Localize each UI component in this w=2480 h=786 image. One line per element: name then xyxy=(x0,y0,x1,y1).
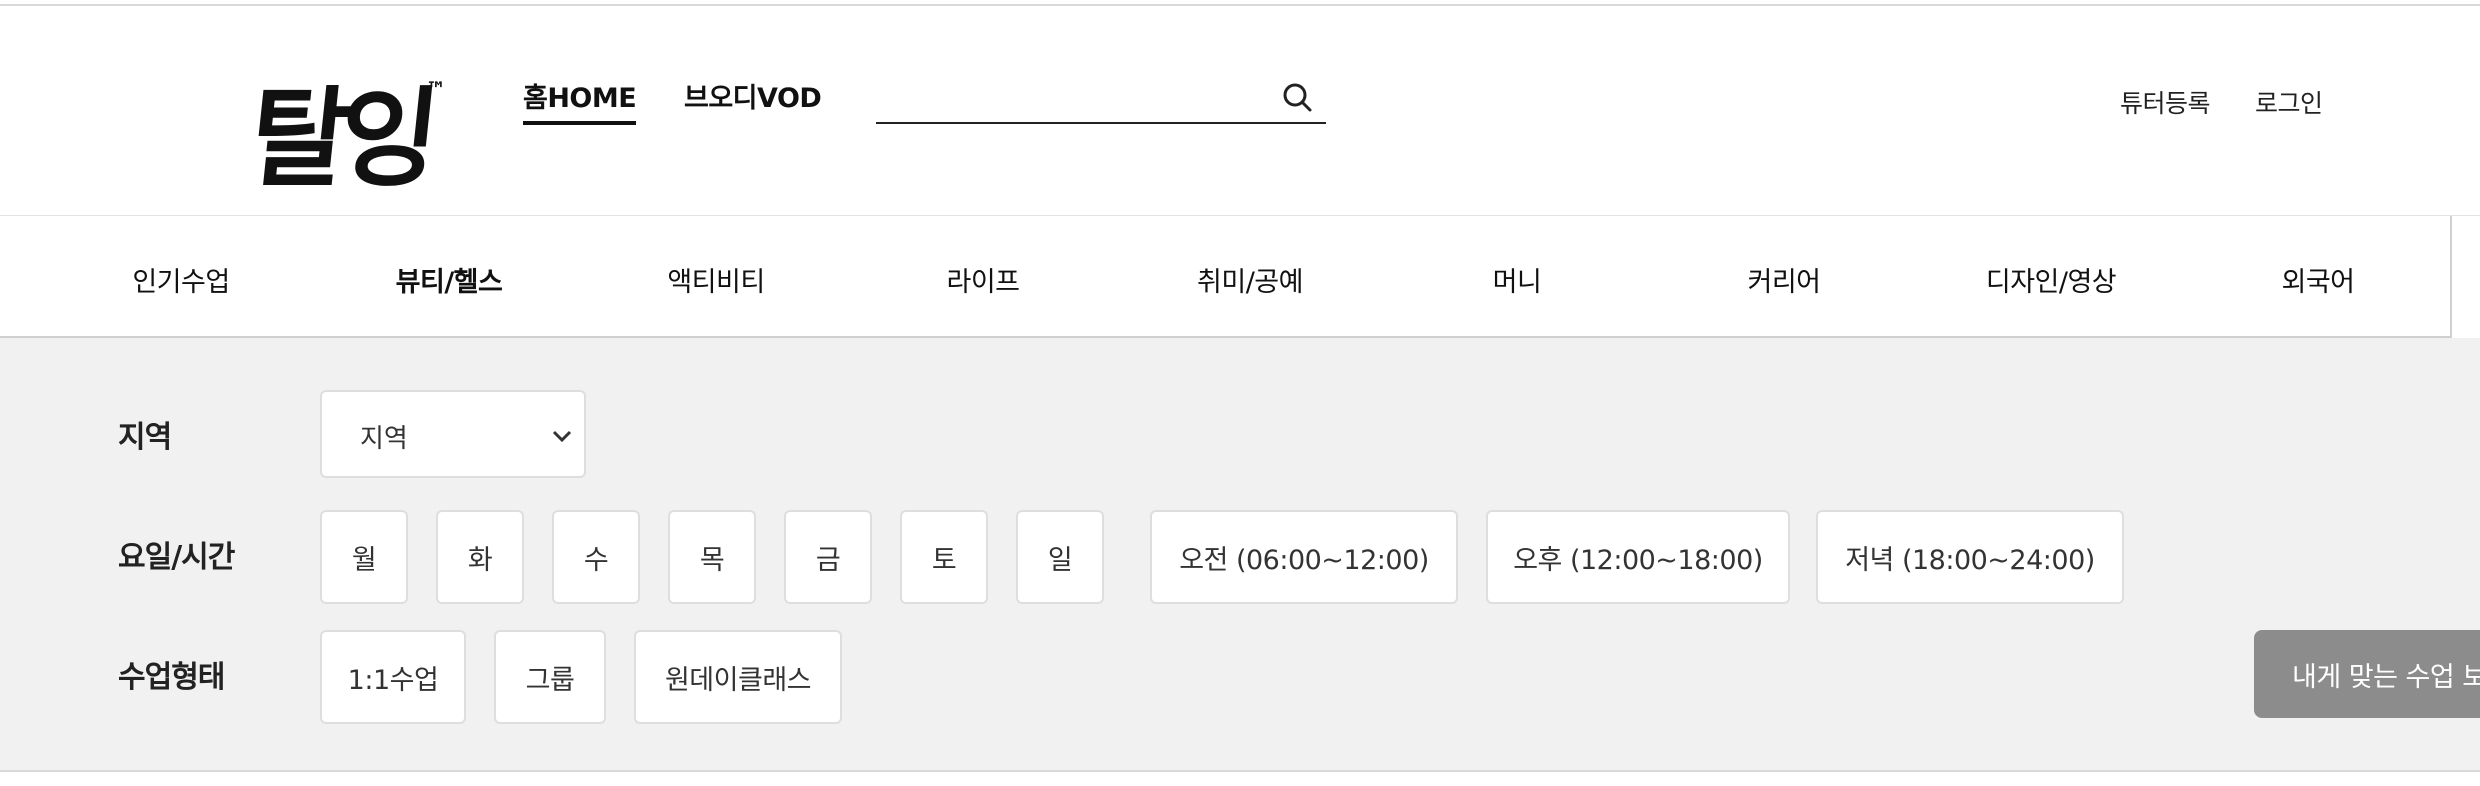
category-life[interactable]: 라이프 xyxy=(946,260,1020,299)
class-type-one-on-one-button[interactable]: 1:1수업 xyxy=(320,630,466,724)
login-link[interactable]: 로그인 xyxy=(2255,84,2323,120)
nav-tab-home[interactable]: 홈HOME xyxy=(523,76,637,125)
day-fri-button[interactable]: 금 xyxy=(784,510,872,604)
category-money[interactable]: 머니 xyxy=(1493,260,1542,299)
category-beauty-health[interactable]: 뷰티/헬스 xyxy=(396,260,503,299)
search-bar xyxy=(876,68,1326,124)
category-popular[interactable]: 인기수업 xyxy=(132,260,230,299)
region-select-value: 지역 xyxy=(360,424,408,454)
category-bar: 인기수업 뷰티/헬스 액티비티 라이프 취미/공예 머니 커리어 디자인/영상 … xyxy=(0,216,2452,338)
site-logo[interactable]: 탈잉 ™ xyxy=(258,64,458,194)
region-label: 지역 xyxy=(118,420,172,455)
time-afternoon-button[interactable]: 오후 (12:00~18:00) xyxy=(1486,510,1790,604)
day-sun-button[interactable]: 일 xyxy=(1016,510,1104,604)
search-icon[interactable] xyxy=(1280,80,1316,116)
class-type-oneday-button[interactable]: 원데이클래스 xyxy=(634,630,842,724)
class-type-label: 수업형태 xyxy=(118,660,225,695)
category-hobby-craft[interactable]: 취미/공예 xyxy=(1197,260,1303,299)
schedule-label: 요일/시간 xyxy=(118,540,235,575)
find-classes-button[interactable]: 내게 맞는 수업 보기 xyxy=(2254,630,2480,718)
nav-tab-vod[interactable]: 브오디VOD xyxy=(684,76,822,121)
tutor-register-link[interactable]: 튜터등록 xyxy=(2120,84,2211,120)
day-thu-button[interactable]: 목 xyxy=(668,510,756,604)
category-design-video[interactable]: 디자인/영상 xyxy=(1986,260,2117,299)
time-morning-button[interactable]: 오전 (06:00~12:00) xyxy=(1150,510,1458,604)
trademark-mark: ™ xyxy=(426,77,446,101)
chevron-down-icon xyxy=(550,426,574,446)
site-header: 탈잉 ™ 홈HOME 브오디VOD 튜터등록 로그인 xyxy=(0,6,2480,216)
day-sat-button[interactable]: 토 xyxy=(900,510,988,604)
logo-wordmark: 탈잉 xyxy=(258,75,436,194)
class-type-group-button[interactable]: 그룹 xyxy=(494,630,606,724)
time-evening-button[interactable]: 저녁 (18:00~24:00) xyxy=(1816,510,2124,604)
filter-panel: 지역 지역 요일/시간 월 화 수 목 금 토 일 오전 (06:00~12:0… xyxy=(0,338,2480,772)
category-activity[interactable]: 액티비티 xyxy=(667,260,765,299)
category-language[interactable]: 외국어 xyxy=(2281,260,2355,299)
search-input[interactable] xyxy=(876,72,1266,118)
region-select[interactable]: 지역 xyxy=(320,390,586,478)
day-tue-button[interactable]: 화 xyxy=(436,510,524,604)
day-wed-button[interactable]: 수 xyxy=(552,510,640,604)
day-mon-button[interactable]: 월 xyxy=(320,510,408,604)
category-career[interactable]: 커리어 xyxy=(1747,260,1821,299)
logo-image: 탈잉 ™ xyxy=(258,75,446,194)
